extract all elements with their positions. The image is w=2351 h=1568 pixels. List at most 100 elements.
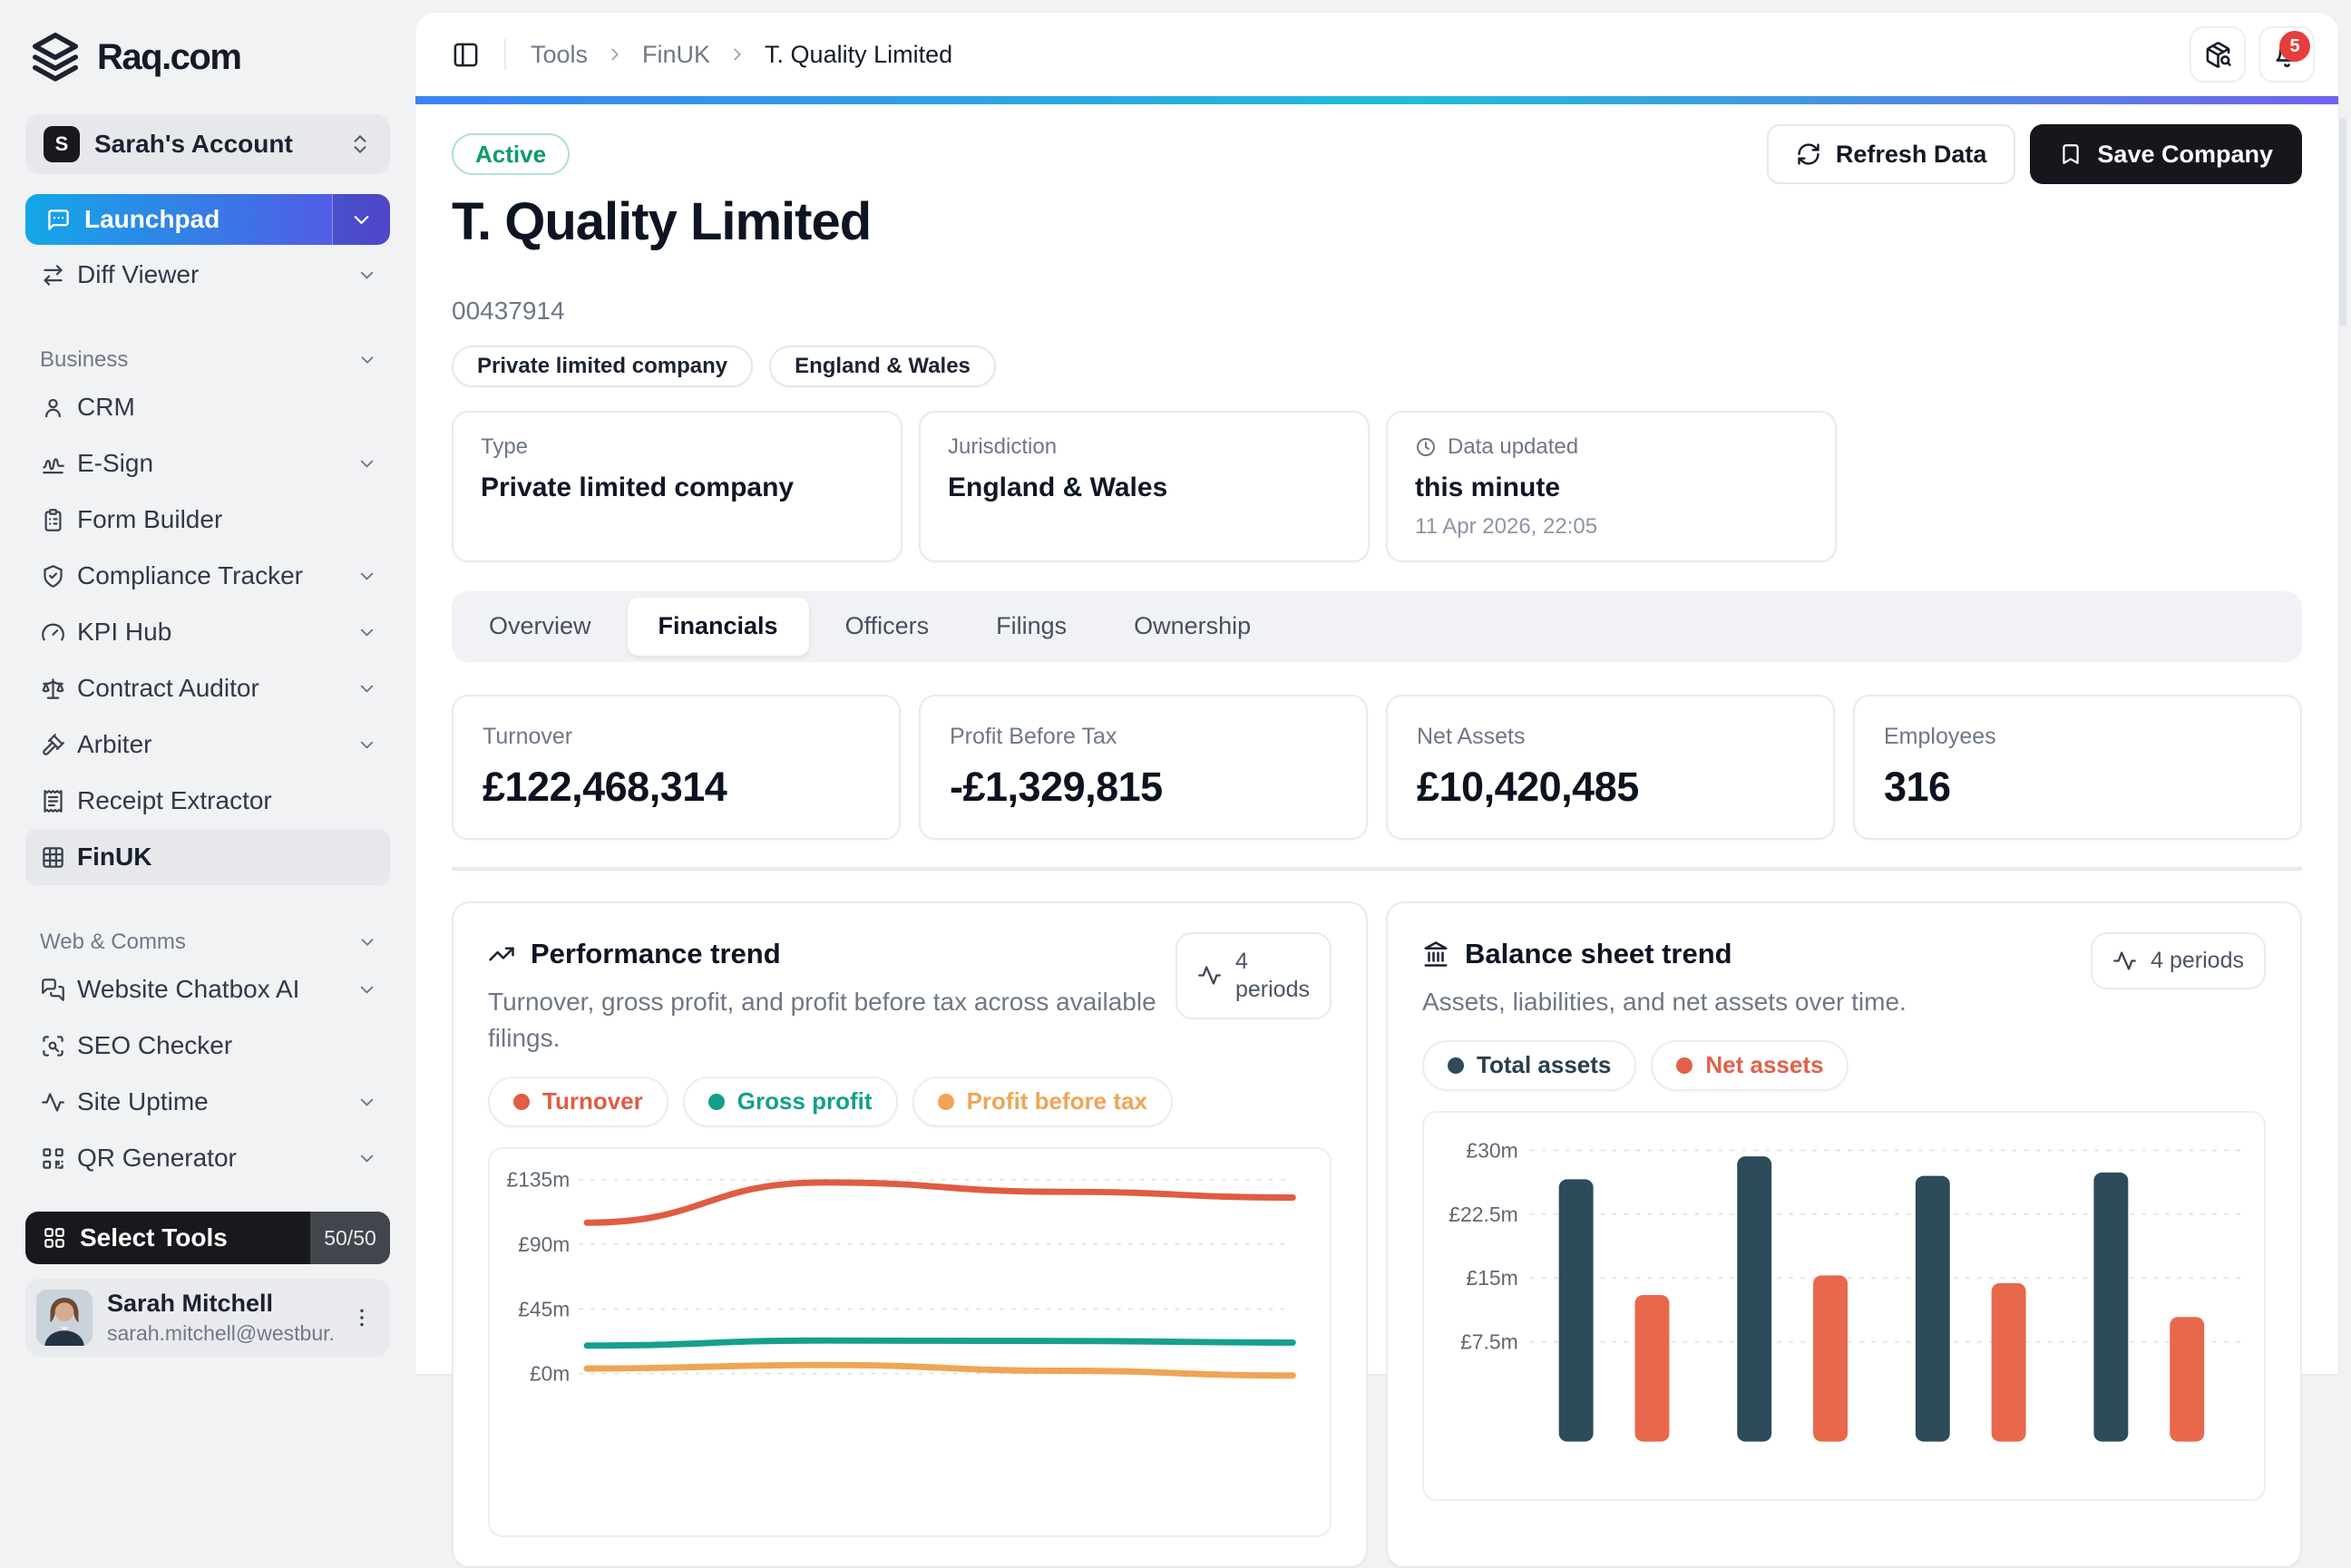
user-card[interactable]: Sarah Mitchell sarah.mitchell@westbur... bbox=[25, 1279, 390, 1357]
sidebar-item-kpi-hub[interactable]: KPI Hub bbox=[25, 604, 390, 660]
sidebar-item-arbiter[interactable]: Arbiter bbox=[25, 716, 390, 773]
sidebar-item-label: Receipt Extractor bbox=[77, 786, 272, 814]
performance-trend-title: Performance trend bbox=[531, 937, 781, 969]
metric-label: Turnover bbox=[483, 723, 573, 749]
tab-officers[interactable]: Officers bbox=[815, 598, 961, 656]
receipt-icon bbox=[41, 789, 65, 813]
legend-label: Profit before tax bbox=[966, 1087, 1147, 1115]
legend-net-assets[interactable]: Net assets bbox=[1651, 1039, 1849, 1091]
metric-card-turnover: Turnover £122,468,314 bbox=[452, 694, 901, 840]
tab-overview[interactable]: Overview bbox=[458, 598, 622, 656]
performance-line-chart: £135m £90m £45m £0m bbox=[488, 1146, 1332, 1537]
legend-gross-profit[interactable]: Gross profit bbox=[682, 1076, 898, 1127]
landmark-icon bbox=[1422, 940, 1449, 968]
sidebar-item-contract-auditor[interactable]: Contract Auditor bbox=[25, 660, 390, 716]
account-switcher[interactable]: S Sarah's Account bbox=[25, 114, 390, 174]
chevron-down-icon bbox=[356, 566, 377, 587]
company-tag: Private limited company bbox=[452, 345, 754, 387]
app-logo: Raq.com bbox=[25, 27, 390, 83]
save-company-button[interactable]: Save Company bbox=[2030, 124, 2302, 184]
app-logo-text: Raq.com bbox=[97, 36, 242, 77]
breadcrumb-finuk[interactable]: FinUK bbox=[642, 41, 710, 69]
performance-periods-badge: 4 periods bbox=[1176, 931, 1332, 1019]
sidebar-item-crm[interactable]: CRM bbox=[25, 379, 390, 435]
metric-value: 316 bbox=[1884, 763, 1951, 810]
sidebar-item-finuk[interactable]: FinUK bbox=[25, 829, 390, 885]
legend-turnover[interactable]: Turnover bbox=[488, 1076, 668, 1127]
legend-dot bbox=[1676, 1057, 1693, 1074]
section-header-business[interactable]: Business bbox=[25, 341, 390, 379]
sidebar-item-receipt-extractor[interactable]: Receipt Extractor bbox=[25, 773, 390, 829]
scrollbar-thumb[interactable] bbox=[2339, 118, 2346, 326]
metric-cards: Turnover £122,468,314 Profit Before Tax -£1… bbox=[452, 694, 2302, 840]
diff-icon bbox=[41, 263, 65, 287]
account-initial-badge: S bbox=[44, 126, 80, 162]
seo-icon bbox=[41, 1034, 65, 1058]
info-card-jurisdiction: Jurisdiction England & Wales bbox=[919, 410, 1370, 562]
bar-net-assets bbox=[2170, 1317, 2205, 1442]
layout-grid-icon bbox=[43, 1226, 66, 1250]
notifications-button[interactable]: 5 bbox=[2258, 26, 2315, 83]
sidebar-item-site-uptime[interactable]: Site Uptime bbox=[25, 1074, 390, 1130]
sidebar-item-compliance-tracker[interactable]: Compliance Tracker bbox=[25, 548, 390, 604]
select-tools-label: Select Tools bbox=[80, 1223, 228, 1251]
refresh-icon bbox=[1796, 141, 1821, 167]
legend-label: Net assets bbox=[1705, 1051, 1824, 1079]
user-email: sarah.mitchell@westbur... bbox=[107, 1321, 336, 1345]
topbar: Tools FinUK T. Quality Limited 5 bbox=[415, 13, 2338, 96]
chevrons-up-down-icon bbox=[348, 132, 372, 156]
balance-sheet-title: Balance sheet trend bbox=[1465, 937, 1732, 969]
legend-total-assets[interactable]: Total assets bbox=[1422, 1039, 1637, 1091]
y-axis-tick: £45m bbox=[518, 1297, 570, 1320]
legend-profit-before-tax[interactable]: Profit before tax bbox=[912, 1076, 1173, 1127]
refresh-data-button[interactable]: Refresh Data bbox=[1766, 124, 2016, 184]
chevron-right-icon bbox=[605, 44, 625, 64]
package-search-button[interactable] bbox=[2190, 26, 2246, 83]
sidebar-item-e-sign[interactable]: E-Sign bbox=[25, 435, 390, 492]
chevron-down-icon bbox=[356, 735, 377, 755]
balance-bar-chart: £30m £22.5m £15m £7.5m bbox=[1422, 1110, 2266, 1501]
sidebar-item-label: Site Uptime bbox=[77, 1087, 209, 1115]
status-badge: Active bbox=[452, 133, 571, 175]
section-title: Web & Comms bbox=[40, 930, 186, 954]
metric-value: -£1,329,815 bbox=[950, 763, 1163, 810]
balance-sheet-subtitle: Assets, liabilities, and net assets over… bbox=[1422, 987, 1907, 1016]
sidebar-item-launchpad[interactable]: Launchpad bbox=[25, 194, 390, 245]
info-card-data-updated: Data updated this minute 11 Apr 2026, 22:0… bbox=[1386, 410, 1837, 562]
y-axis-tick: £90m bbox=[518, 1232, 570, 1256]
breadcrumb: Tools FinUK T. Quality Limited bbox=[531, 41, 952, 69]
tab-financials[interactable]: Financials bbox=[627, 597, 809, 656]
y-axis-tick: £22.5m bbox=[1449, 1203, 1518, 1226]
metric-card-employees: Employees 316 bbox=[1853, 694, 2302, 840]
sidebar-item-seo-checker[interactable]: SEO Checker bbox=[25, 1018, 390, 1074]
topbar-divider bbox=[504, 39, 506, 70]
notification-count-badge: 5 bbox=[2279, 31, 2310, 62]
y-axis-tick: £0m bbox=[530, 1361, 570, 1385]
tab-ownership[interactable]: Ownership bbox=[1103, 598, 1282, 656]
sidebar-item-label: CRM bbox=[77, 393, 135, 421]
sidebar-item-website-chatbox-ai[interactable]: Website Chatbox AI bbox=[25, 961, 390, 1018]
legend-dot bbox=[937, 1093, 954, 1110]
metric-label: Profit Before Tax bbox=[950, 723, 1117, 749]
section-header-web-comms[interactable]: Web & Comms bbox=[25, 923, 390, 961]
metric-label: Employees bbox=[1884, 723, 1996, 749]
tab-filings[interactable]: Filings bbox=[965, 598, 1097, 656]
user-menu-button[interactable] bbox=[350, 1306, 374, 1329]
info-card-label: Data updated bbox=[1448, 433, 1579, 459]
esign-icon bbox=[41, 452, 65, 476]
sidebar-item-form-builder[interactable]: Form Builder bbox=[25, 492, 390, 548]
performance-legend: Turnover Gross profit Profit before tax bbox=[488, 1076, 1332, 1127]
sidebar-toggle-button[interactable] bbox=[452, 41, 480, 69]
layers-logo-icon bbox=[29, 31, 82, 83]
metric-card-profit-before-tax: Profit Before Tax -£1,329,815 bbox=[919, 694, 1368, 840]
sidebar-item-diff-viewer[interactable]: Diff Viewer bbox=[25, 247, 390, 303]
select-tools-button[interactable]: Select Tools 50/50 bbox=[25, 1212, 390, 1264]
info-card-value: this minute bbox=[1415, 472, 1561, 502]
sidebar-item-qr-generator[interactable]: QR Generator bbox=[25, 1130, 390, 1186]
launchpad-expand-button[interactable] bbox=[332, 194, 390, 245]
chevron-down-icon bbox=[356, 1092, 377, 1113]
breadcrumb-tools[interactable]: Tools bbox=[531, 41, 588, 69]
sidebar-item-label: Form Builder bbox=[77, 505, 223, 533]
bar-total-assets bbox=[2093, 1172, 2129, 1442]
info-cards: Type Private limited company Jurisdiction E… bbox=[452, 410, 2302, 562]
